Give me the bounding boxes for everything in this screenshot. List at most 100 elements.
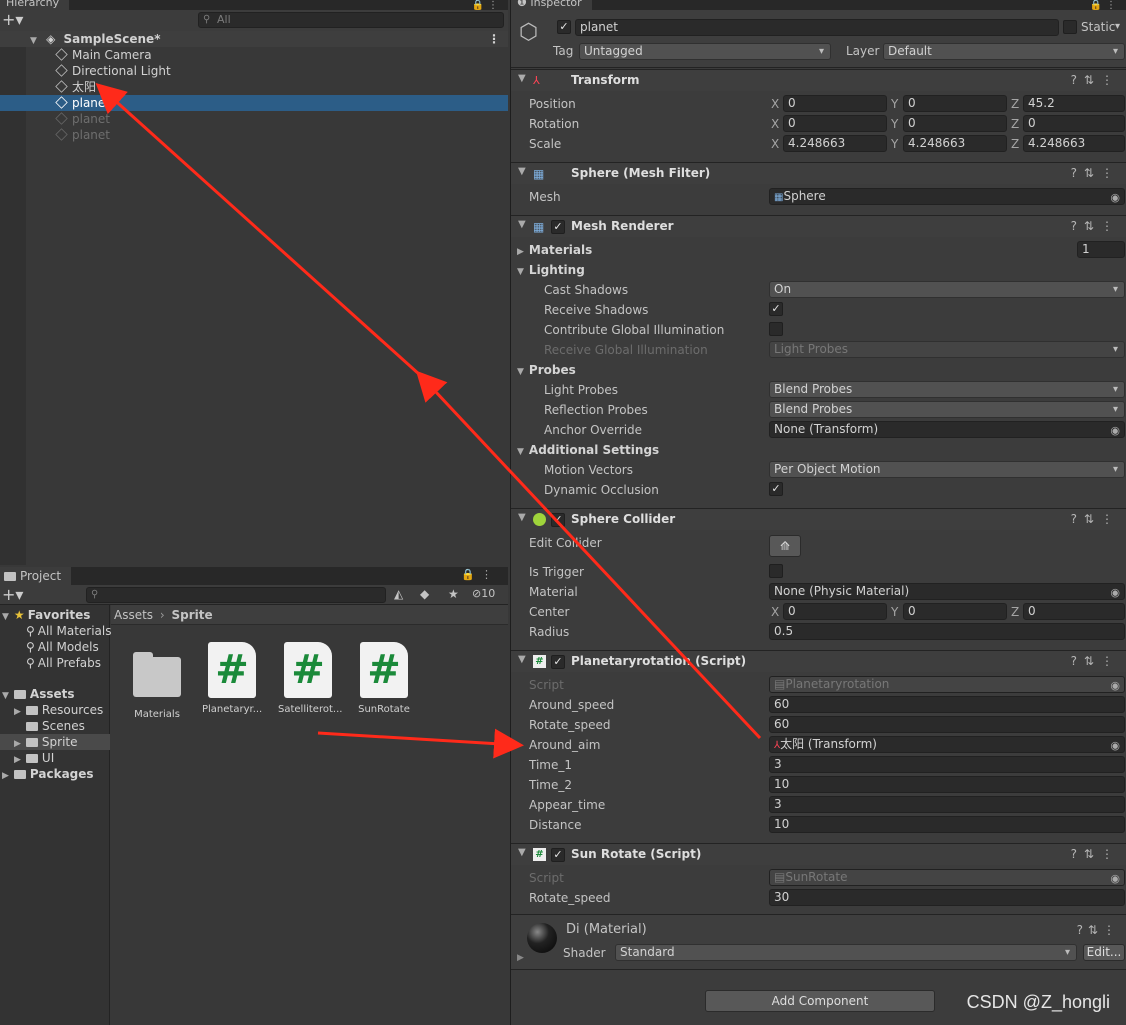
collider-material-field[interactable]: None (Physic Material) ◉ bbox=[769, 583, 1125, 600]
receive-shadows-checkbox[interactable]: ✓ bbox=[769, 302, 783, 316]
additional-settings-foldout[interactable]: ▼ Additional Settings bbox=[517, 443, 659, 457]
radius-field[interactable]: 0.5 bbox=[769, 623, 1125, 640]
breadcrumb-sprite[interactable]: Sprite bbox=[172, 608, 213, 622]
scene-menu-icon[interactable]: ⋮ bbox=[488, 31, 500, 47]
asset-materials-folder[interactable]: Materials bbox=[127, 651, 187, 720]
scale-x-field[interactable]: 4.248663 bbox=[783, 135, 887, 152]
asset-planetary-script[interactable]: # Planetaryr... bbox=[202, 642, 262, 715]
planetary-script-header[interactable]: ▼ # ✓ Planetaryrotation (Script) ?⇅⋮ bbox=[511, 650, 1126, 672]
add-component-button[interactable]: Add Component bbox=[705, 990, 935, 1012]
materials-count-field[interactable]: 1 bbox=[1077, 241, 1125, 258]
tag-dropdown[interactable]: Untagged bbox=[579, 43, 831, 60]
asset-satellite-script[interactable]: # Satelliterot... bbox=[278, 642, 342, 715]
tree-packages[interactable]: ▶ Packages bbox=[0, 766, 110, 782]
dynamic-occlusion-checkbox[interactable]: ✓ bbox=[769, 482, 783, 496]
tree-scenes[interactable]: Scenes bbox=[0, 718, 110, 734]
rotate-speed-field[interactable]: 60 bbox=[769, 716, 1125, 733]
rotation-x-field[interactable]: 0 bbox=[783, 115, 887, 132]
hierarchy-tab[interactable]: Hierarchy bbox=[0, 0, 70, 10]
distance-field[interactable]: 10 bbox=[769, 816, 1125, 833]
time2-field[interactable]: 10 bbox=[769, 776, 1125, 793]
is-trigger-checkbox[interactable] bbox=[769, 564, 783, 578]
filter-by-label-icon[interactable]: ◆ bbox=[420, 587, 429, 601]
center-z-field[interactable]: 0 bbox=[1023, 603, 1125, 620]
component-menu-icons[interactable]: ?⇅⋮ bbox=[1071, 512, 1120, 526]
object-picker-icon[interactable]: ◉ bbox=[1110, 738, 1120, 752]
object-picker-icon[interactable]: ◉ bbox=[1110, 585, 1120, 599]
tree-all-materials[interactable]: ⚲ All Materials bbox=[0, 623, 112, 639]
motion-vectors-dropdown[interactable]: Per Object Motion bbox=[769, 461, 1125, 478]
around-speed-field[interactable]: 60 bbox=[769, 696, 1125, 713]
center-y-field[interactable]: 0 bbox=[903, 603, 1007, 620]
component-menu-icons[interactable]: ?⇅⋮ bbox=[1071, 847, 1120, 861]
rotation-y-field[interactable]: 0 bbox=[903, 115, 1007, 132]
fold-arrow-icon[interactable]: ▶ bbox=[14, 707, 21, 717]
breadcrumb-assets[interactable]: Assets bbox=[114, 608, 153, 622]
shader-dropdown[interactable]: Standard bbox=[615, 944, 1077, 961]
shader-edit-button[interactable]: Edit... bbox=[1083, 944, 1125, 961]
transform-header[interactable]: ▼ ⅄ Transform ?⇅⋮ bbox=[511, 69, 1126, 91]
fold-arrow-icon[interactable]: ▼ bbox=[30, 36, 37, 46]
around-aim-field[interactable]: ⅄太阳 (Transform) ◉ bbox=[769, 736, 1125, 753]
filter-by-type-icon[interactable]: ◭ bbox=[394, 587, 403, 601]
fold-arrow-icon[interactable]: ▼ bbox=[518, 166, 526, 177]
layer-dropdown[interactable]: Default bbox=[883, 43, 1125, 60]
fold-arrow-icon[interactable]: ▼ bbox=[518, 73, 526, 84]
cast-shadows-dropdown[interactable]: On bbox=[769, 281, 1125, 298]
project-search-input[interactable]: ⚲ bbox=[86, 587, 386, 603]
tree-all-prefabs[interactable]: ⚲ All Prefabs bbox=[0, 655, 110, 671]
center-x-field[interactable]: 0 bbox=[783, 603, 887, 620]
add-icon[interactable]: +▾ bbox=[2, 585, 23, 604]
scale-z-field[interactable]: 4.248663 bbox=[1023, 135, 1125, 152]
project-tab[interactable]: Project bbox=[0, 567, 72, 585]
rotation-z-field[interactable]: 0 bbox=[1023, 115, 1125, 132]
anchor-override-field[interactable]: None (Transform) ◉ bbox=[769, 421, 1125, 438]
contribute-gi-checkbox[interactable] bbox=[769, 322, 783, 336]
lighting-foldout[interactable]: ▼ Lighting bbox=[517, 263, 585, 277]
scene-row[interactable]: ▼ ◈ SampleScene* ⋮ bbox=[0, 31, 508, 47]
fold-arrow-icon[interactable]: ▼ bbox=[518, 512, 526, 523]
inspector-tab[interactable]: ❶ Inspector bbox=[511, 0, 592, 10]
reflection-probes-dropdown[interactable]: Blend Probes bbox=[769, 401, 1125, 418]
fold-arrow-icon[interactable]: ▼ bbox=[517, 367, 524, 377]
component-menu-icons[interactable]: ?⇅⋮ bbox=[1071, 166, 1120, 180]
static-dropdown-icon[interactable]: ▾ bbox=[1115, 21, 1120, 32]
name-field[interactable]: planet bbox=[575, 19, 1059, 36]
fold-arrow-icon[interactable]: ▶ bbox=[517, 247, 524, 257]
mesh-renderer-header[interactable]: ▼ ▦ ✓ Mesh Renderer ?⇅⋮ bbox=[511, 215, 1126, 237]
tree-resources[interactable]: ▶ Resources bbox=[0, 702, 110, 718]
sun-rotate-enabled-checkbox[interactable]: ✓ bbox=[551, 848, 565, 862]
object-picker-icon[interactable]: ◉ bbox=[1110, 190, 1120, 204]
hierarchy-item-planet-inactive[interactable]: planet bbox=[0, 127, 508, 143]
fold-arrow-icon[interactable]: ▶ bbox=[517, 953, 524, 963]
static-checkbox[interactable] bbox=[1063, 20, 1077, 34]
tree-assets[interactable]: ▼ Assets bbox=[0, 686, 110, 702]
probes-foldout[interactable]: ▼ Probes bbox=[517, 363, 576, 377]
mesh-object-field[interactable]: ▦Sphere ◉ bbox=[769, 188, 1125, 205]
component-menu-icons[interactable]: ?⇅⋮ bbox=[1071, 654, 1120, 668]
fold-arrow-icon[interactable]: ▶ bbox=[14, 755, 21, 765]
sun-rotate-speed-field[interactable]: 30 bbox=[769, 889, 1125, 906]
component-menu-icons[interactable]: ?⇅⋮ bbox=[1071, 219, 1120, 233]
mesh-renderer-enabled-checkbox[interactable]: ✓ bbox=[551, 220, 565, 234]
tree-all-models[interactable]: ⚲ All Models bbox=[0, 639, 110, 655]
sphere-collider-enabled-checkbox[interactable]: ✓ bbox=[551, 513, 565, 527]
tab-menu-icons[interactable]: 🔒⋮ bbox=[461, 568, 498, 581]
hierarchy-item-sun[interactable]: 太阳 bbox=[0, 79, 508, 95]
hierarchy-search-input[interactable]: ⚲ All bbox=[198, 12, 504, 28]
fold-arrow-icon[interactable]: ▼ bbox=[518, 654, 526, 665]
active-checkbox[interactable]: ✓ bbox=[557, 20, 571, 34]
sun-rotate-header[interactable]: ▼ # ✓ Sun Rotate (Script) ?⇅⋮ bbox=[511, 843, 1126, 865]
position-y-field[interactable]: 0 bbox=[903, 95, 1007, 112]
light-probes-dropdown[interactable]: Blend Probes bbox=[769, 381, 1125, 398]
planetary-enabled-checkbox[interactable]: ✓ bbox=[551, 655, 565, 669]
hierarchy-item-planet-selected[interactable]: planet bbox=[0, 95, 508, 111]
fold-arrow-icon[interactable]: ▼ bbox=[518, 219, 526, 230]
sphere-collider-header[interactable]: ▼ ✓ Sphere Collider ?⇅⋮ bbox=[511, 508, 1126, 530]
fold-arrow-icon[interactable]: ▼ bbox=[517, 267, 524, 277]
tree-sprite[interactable]: ▶ Sprite bbox=[0, 734, 110, 750]
position-x-field[interactable]: 0 bbox=[783, 95, 887, 112]
component-menu-icons[interactable]: ?⇅⋮ bbox=[1077, 923, 1120, 937]
tree-favorites[interactable]: ▼ ★ Favorites bbox=[0, 607, 110, 623]
edit-collider-button[interactable]: ⟰ bbox=[769, 535, 801, 557]
